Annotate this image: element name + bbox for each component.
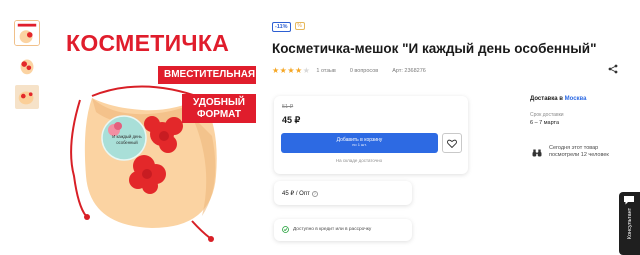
add-to-cart-button[interactable]: Добавить в корзину по 1 шт. (281, 133, 438, 153)
tag-convenient-line2: ФОРМАТ (196, 108, 241, 120)
viewers-text: Сегодня этот товар посмотрели 12 человек (549, 145, 609, 159)
thumbnail-3[interactable] (14, 84, 40, 110)
stock-status: На складе достаточно (335, 158, 383, 163)
article-number: Арт: 2368276 (392, 67, 426, 74)
viewers-info: Сегодня этот товар посмотрели 12 человек (532, 145, 611, 160)
current-price: 45 ₽ (282, 115, 301, 125)
price-card: 51 ₽ 45 ₽ Добавить в корзину по 1 шт. На… (274, 96, 468, 174)
share-icon[interactable] (608, 64, 618, 74)
delivery-term-label: Срок доставки (530, 112, 564, 118)
delivery-heading: Доставка в Москва (530, 96, 586, 102)
heart-icon (447, 139, 457, 148)
delivery-prefix: Доставка в (530, 96, 563, 102)
delivery-city-link[interactable]: Москва (565, 96, 587, 102)
product-meta: ★★★★★ 1 отзыв 0 вопросов Арт: 2368276 (272, 66, 440, 75)
discount-badge: -11% (272, 22, 291, 32)
delivery-term-value: 6 – 7 марта (530, 120, 560, 126)
promo-icon: % (294, 22, 305, 30)
check-circle-icon (282, 226, 289, 233)
wholesale-card: 45 ₽ / Опт ? (274, 181, 412, 205)
product-badges: -11% % (272, 22, 305, 32)
help-icon[interactable]: ? (311, 190, 318, 197)
star-icon: ★★★★ (272, 66, 303, 75)
wholesale-label: 45 ₽ / Опт (282, 191, 310, 197)
credit-info: Доступно в кредит или в рассрочку (282, 226, 371, 233)
banner-title: КОСМЕТИЧКА (66, 30, 230, 56)
product-main-image[interactable]: И каждый день особенный КОСМЕТИЧКА ВМЕСТ… (52, 16, 262, 248)
binoculars-icon (532, 149, 542, 157)
star-empty-icon: ★ (302, 66, 311, 75)
tag-convenient-format: УДОБНЫЙ ФОРМАТ (182, 94, 256, 123)
credit-text: Доступно в кредит или в рассрочку (293, 227, 372, 232)
credit-card[interactable]: Доступно в кредит или в рассрочку (274, 219, 412, 241)
add-to-cart-sublabel: по 1 шт. (352, 142, 367, 147)
reviews-link[interactable]: 1 отзыв (316, 68, 335, 74)
questions-link[interactable]: 0 вопросов (350, 68, 378, 74)
old-price: 51 ₽ (282, 104, 294, 110)
consultant-tab[interactable]: Консультант (619, 192, 640, 255)
rating-stars[interactable]: ★★★★★ (272, 66, 310, 75)
wholesale-price: 45 ₽ / Опт ? (282, 190, 318, 197)
product-title: Косметичка-мешок "И каждый день особенны… (272, 41, 597, 56)
tag-convenient-line1: УДОБНЫЙ (192, 97, 245, 108)
thumbnail-1[interactable] (14, 20, 40, 46)
thumbnail-2[interactable] (14, 52, 40, 78)
pouch-print-text-1: И каждый день (112, 134, 142, 139)
thumbnail-strip (14, 20, 40, 116)
favorite-button[interactable] (442, 133, 462, 153)
pouch-print-text-2: особенный (116, 140, 138, 145)
tag-capacious: ВМЕСТИТЕЛЬНАЯ (158, 66, 256, 84)
consultant-label: Консультант (626, 207, 633, 240)
